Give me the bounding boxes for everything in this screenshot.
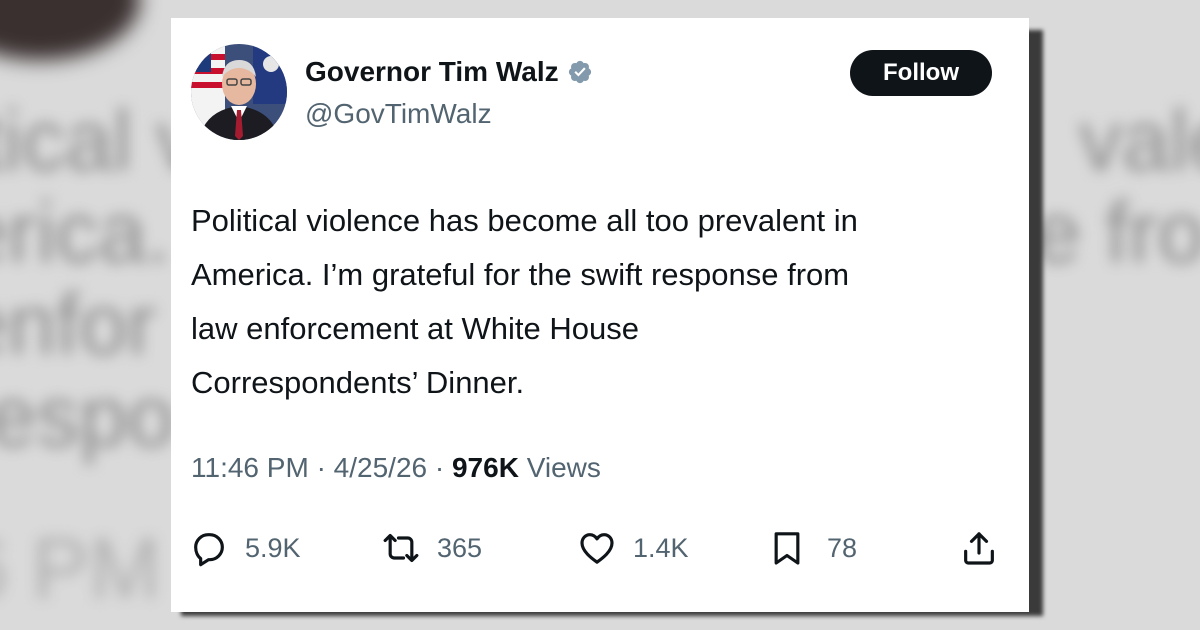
repost-icon bbox=[383, 533, 419, 563]
tweet-card: Governor Tim Walz @GovTimWalz Follow Pol… bbox=[171, 18, 1029, 612]
share-icon bbox=[964, 532, 994, 565]
meta-separator: · bbox=[316, 452, 326, 483]
share-button[interactable] bbox=[959, 526, 999, 570]
tweet-time[interactable]: 11:46 PM bbox=[191, 452, 309, 483]
follow-button[interactable]: Follow bbox=[850, 50, 992, 96]
tweet-text-line: Political violence has become all too pr… bbox=[191, 203, 858, 238]
tweet-text-line: America. I’m grateful for the swift resp… bbox=[191, 257, 850, 292]
reply-icon bbox=[194, 533, 224, 567]
views-label: Views bbox=[526, 452, 601, 483]
action-bar: 5.9K 365 1.4K 78 bbox=[189, 526, 1009, 570]
reply-button[interactable]: 5.9K bbox=[189, 526, 301, 570]
bookmark-button[interactable]: 78 bbox=[767, 526, 857, 570]
background-shape bbox=[0, 0, 140, 60]
bookmark-icon bbox=[774, 532, 800, 565]
repost-button[interactable]: 365 bbox=[381, 526, 482, 570]
tweet-date[interactable]: 4/25/26 bbox=[334, 452, 427, 483]
tweet-meta: 11:46 PM · 4/25/26 · 976K Views bbox=[191, 452, 601, 484]
tweet-text-line: law enforcement at White House bbox=[191, 311, 639, 346]
author-name[interactable]: Governor Tim Walz bbox=[305, 56, 559, 88]
reply-count: 5.9K bbox=[245, 532, 301, 563]
tweet-text: Political violence has become all too pr… bbox=[191, 194, 1011, 410]
verified-badge-icon bbox=[567, 59, 593, 85]
meta-separator: · bbox=[434, 452, 445, 483]
author-row: Governor Tim Walz bbox=[305, 56, 593, 88]
like-button[interactable]: 1.4K bbox=[577, 526, 689, 570]
avatar[interactable] bbox=[191, 44, 287, 140]
views-count: 976K bbox=[451, 452, 519, 483]
repost-count: 365 bbox=[437, 532, 483, 563]
tweet-text-line: Correspondents’ Dinner. bbox=[191, 365, 525, 400]
like-count: 1.4K bbox=[633, 532, 689, 563]
avatar-image bbox=[191, 44, 287, 140]
heart-icon bbox=[580, 533, 614, 564]
bookmark-count: 78 bbox=[827, 532, 858, 563]
author-handle[interactable]: @GovTimWalz bbox=[305, 98, 492, 130]
